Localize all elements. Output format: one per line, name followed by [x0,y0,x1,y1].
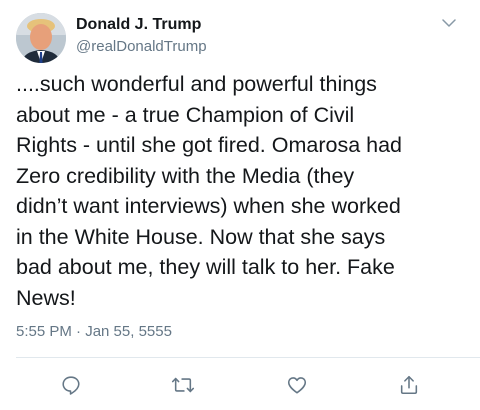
tweet-timestamp[interactable]: 5:55 PM · Jan 55, 5555 [16,322,172,342]
avatar[interactable] [16,13,66,63]
like-button[interactable] [284,372,310,398]
action-bar [0,368,480,402]
chevron-down-icon [442,18,456,27]
display-name[interactable]: Donald J. Trump [76,15,201,35]
reply-button[interactable] [58,372,84,398]
retweet-button[interactable] [170,372,196,398]
heart-icon [287,377,307,394]
tweet-card: Donald J. Trump @realDonaldTrump ....suc… [0,0,480,410]
retweet-icon [171,377,195,393]
reply-icon [62,376,80,395]
tweet-menu-button[interactable] [438,12,460,34]
user-handle[interactable]: @realDonaldTrump [76,37,207,57]
profile-photo-icon [16,13,66,63]
divider [16,357,480,358]
share-button[interactable] [396,372,422,398]
share-icon [400,375,418,395]
tweet-text: ....such wonderful and powerful things a… [16,72,402,310]
